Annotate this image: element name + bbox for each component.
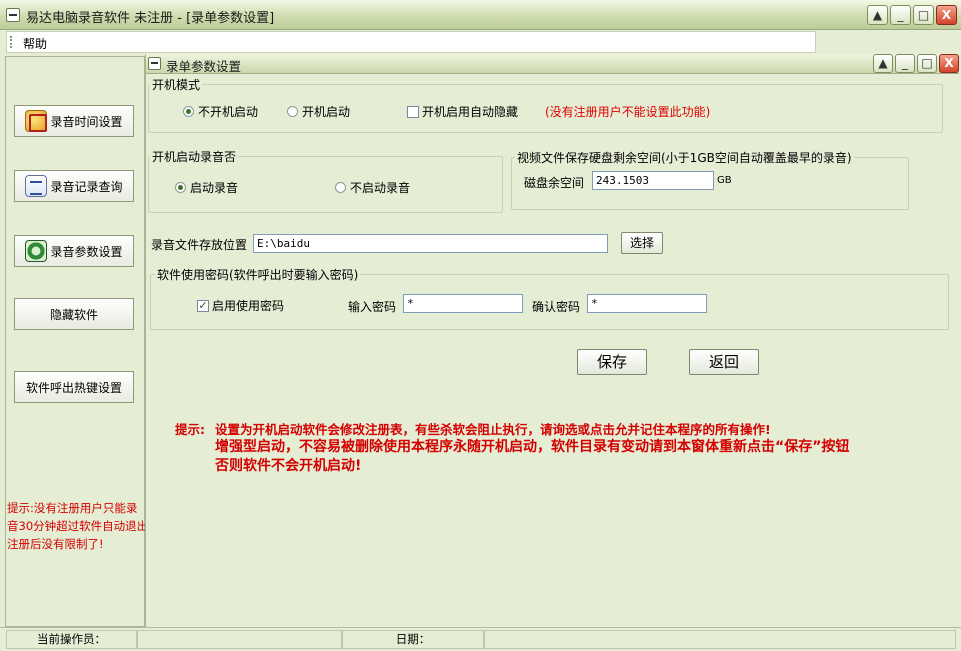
minimize-button[interactable]: _ [890, 5, 911, 25]
password-legend: 软件使用密码(软件呼出时要输入密码) [155, 266, 361, 283]
unregistered-note: (没有注册用户不能设置此功能) [545, 105, 711, 119]
radio-unchecked-icon [287, 106, 298, 117]
password-input-label: 输入密码 [348, 300, 397, 314]
checkbox-label: 开机启用自动隐藏 [422, 105, 519, 119]
gear-icon [25, 240, 48, 262]
checkbox-label: 启用使用密码 [212, 299, 285, 313]
auto-hide-checkbox[interactable]: 开机启用自动隐藏 [407, 103, 518, 120]
window-title: 易达电脑录音软件 未注册 - [录单参数设置] [26, 11, 275, 26]
startup-record-legend: 开机启动录音否 [150, 148, 239, 165]
sidebar: 录音时间设置 录音记录查询 录音参数设置 隐藏软件 软件呼出热键设置 提示:没有… [5, 56, 147, 627]
radio-label: 启动录音 [190, 181, 239, 195]
checkbox-unchecked-icon [407, 105, 419, 118]
child-title-bar: 录单参数设置 ▲ _ □ X [146, 54, 959, 74]
hint-line-3: 否则软件不会开机启动! [215, 458, 362, 474]
startup-record-off-radio[interactable]: 不启动录音 [335, 179, 410, 196]
menu-grip-icon[interactable] [10, 36, 12, 48]
child-title: 录单参数设置 [166, 59, 242, 74]
hint-line-2: 增强型启动，不容易被删除使用本程序永随开机启动，软件目录有变动请到本窗体重新点击… [215, 439, 850, 455]
hide-software-button[interactable]: 隐藏软件 [14, 298, 134, 330]
startup-mode-legend: 开机模式 [150, 76, 203, 93]
child-minimize-button[interactable]: _ [895, 54, 915, 73]
operator-label: 当前操作员： [6, 630, 137, 649]
system-menu-icon[interactable] [6, 8, 20, 22]
restore-up-button[interactable]: ▲ [867, 5, 888, 25]
password-confirm-field[interactable]: * [587, 294, 707, 313]
password-input-field[interactable]: * [403, 294, 523, 313]
disk-space-label: 磁盘余空间 [524, 176, 585, 190]
date-value [484, 630, 956, 649]
enable-password-checkbox[interactable]: ✓ 启用使用密码 [197, 297, 284, 314]
radio-label: 不启动录音 [350, 181, 411, 195]
operator-value [137, 630, 342, 649]
child-window-controls: ▲ _ □ X [873, 54, 959, 73]
record-time-settings-button[interactable]: 录音时间设置 [14, 105, 134, 137]
radio-checked-icon [183, 106, 194, 117]
hint-prefix: 提示: [175, 422, 205, 437]
record-params-settings-button[interactable]: 录音参数设置 [14, 235, 134, 267]
menu-bar: 帮助 [0, 30, 961, 54]
radio-unchecked-icon [335, 182, 346, 193]
clock-icon [25, 110, 48, 132]
startup-mode-no-boot-radio[interactable]: 不开机启动 [183, 103, 258, 120]
record-time-settings-label: 录音时间设置 [50, 114, 123, 129]
menu-strip: 帮助 [6, 31, 816, 53]
child-maximize-button[interactable]: □ [917, 54, 937, 73]
storage-path-field[interactable]: E:\baidu [253, 234, 608, 253]
maximize-button[interactable]: □ [913, 5, 934, 25]
back-button[interactable]: 返回 [689, 349, 759, 375]
record-history-query-button[interactable]: 录音记录查询 [14, 170, 134, 202]
menu-item-help[interactable]: 帮助 [23, 35, 47, 52]
title-bar: 易达电脑录音软件 未注册 - [录单参数设置] ▲ _ □ X [0, 0, 961, 30]
radio-label: 不开机启动 [198, 105, 259, 119]
window-controls: ▲ _ □ X [867, 5, 957, 25]
disk-space-field[interactable]: 243.1503 [592, 171, 714, 190]
close-button[interactable]: X [936, 5, 957, 25]
disk-space-legend: 视频文件保存硬盘剩余空间(小于1GB空间自动覆盖最早的录音) [515, 149, 854, 166]
record-params-settings-label: 录音参数设置 [50, 244, 123, 259]
child-restore-up-button[interactable]: ▲ [873, 54, 893, 73]
unregistered-tip: 提示:没有注册用户只能录 音30分钟超过软件自动退出 注册后没有限制了! [7, 501, 147, 551]
hotkey-settings-button[interactable]: 软件呼出热键设置 [14, 371, 134, 403]
date-label: 日期： [342, 630, 484, 649]
status-bar: 当前操作员： 日期： [0, 627, 961, 651]
storage-path-label: 录音文件存放位置 [151, 238, 248, 252]
radio-label: 开机启动 [302, 105, 351, 119]
startup-record-on-radio[interactable]: 启动录音 [175, 179, 238, 196]
record-history-query-label: 录音记录查询 [50, 179, 123, 194]
radio-checked-icon [175, 182, 186, 193]
startup-mode-boot-radio[interactable]: 开机启动 [287, 103, 350, 120]
password-confirm-label: 确认密码 [532, 300, 581, 314]
save-button[interactable]: 保存 [577, 349, 647, 375]
disk-space-unit: GB [717, 175, 732, 186]
list-icon [25, 175, 48, 197]
choose-folder-button[interactable]: 选择 [621, 232, 663, 254]
child-system-menu-icon[interactable] [148, 57, 161, 70]
child-close-button[interactable]: X [939, 54, 959, 73]
params-child-window: 录单参数设置 ▲ _ □ X [145, 54, 959, 627]
checkbox-checked-icon: ✓ [197, 298, 209, 312]
